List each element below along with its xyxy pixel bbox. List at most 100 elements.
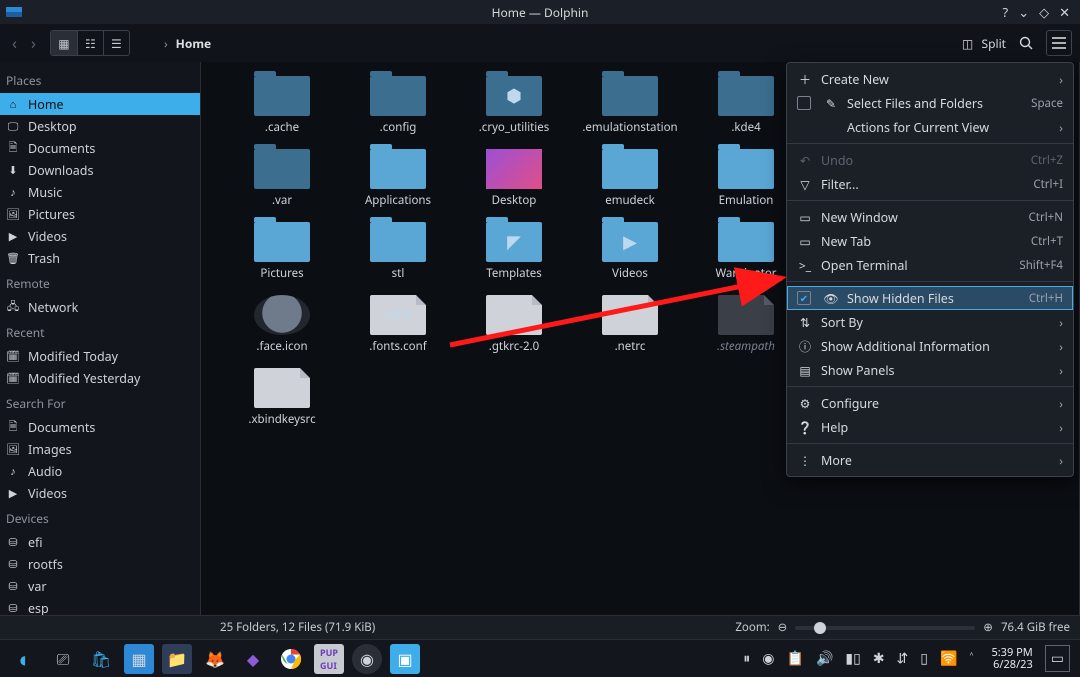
zoom-out-icon[interactable]: ⊖ [778,620,788,635]
minimize-icon[interactable]: ⌄ [1018,3,1029,21]
sidebar-item-home[interactable]: ⌂Home [0,93,200,115]
steam-icon[interactable]: ◉ [352,644,382,674]
menu-item-help[interactable]: ❔Help› [787,415,1073,439]
sidebar-item-desktop[interactable]: 🖵Desktop [0,115,200,137]
file-item[interactable]: .config [343,76,453,135]
file-item[interactable]: Warpinator [691,222,801,281]
file-item[interactable]: .emulationstation [575,76,685,135]
file-item[interactable]: .gtkrc-2.0 [459,295,569,354]
menu-item-actions-for-current-view[interactable]: Actions for Current View› [787,115,1073,139]
tray-expand-icon[interactable]: ˄ [969,649,973,668]
sidebar-item-videos[interactable]: ▶Videos [0,482,200,504]
dolphin-task-icon[interactable]: 📁 [162,644,192,674]
menu-item-open-terminal[interactable]: >_Open TerminalShift+F4 [787,253,1073,277]
sidebar-item-trash[interactable]: 🗑Trash [0,247,200,269]
wifi-icon[interactable]: 🛜 [940,649,957,668]
sidebar-item-rootfs[interactable]: ⛁rootfs [0,553,200,575]
settings-icon[interactable]: ⎚ [48,644,78,674]
chrome-icon[interactable] [276,644,306,674]
file-item[interactable]: .cache [227,76,337,135]
menu-item-new-window[interactable]: ▭New WindowCtrl+N [787,205,1073,229]
breadcrumb-home[interactable]: Home [176,35,212,52]
sidebar-item-network[interactable]: 🖧Network [0,296,200,318]
search-icon[interactable] [1018,35,1034,51]
bluetooth-icon[interactable]: ✱ [873,649,885,668]
sidebar-item-videos[interactable]: ▶Videos [0,225,200,247]
media-icon[interactable]: ⏸ [743,649,750,668]
split-button[interactable]: ◫ Split [960,35,1007,52]
menu-item-filter-[interactable]: ▽Filter...Ctrl+I [787,172,1073,196]
desktop-icon[interactable]: ▦ [124,644,154,674]
start-menu-icon[interactable]: ◐ [10,644,40,674]
firefox-icon[interactable]: 🦊 [200,644,230,674]
sidebar-item-downloads[interactable]: ⬇Downloads [0,159,200,181]
view-compact-button[interactable]: ☷ [77,31,103,55]
protonup-icon[interactable]: PUPGUI [314,644,344,674]
discover-icon[interactable]: 🛍 [86,644,116,674]
menu-item-show-hidden-files[interactable]: ✔👁Show Hidden FilesCtrl+H [787,286,1073,310]
sidebar-item-images[interactable]: 🖼Images [0,438,200,460]
sidebar-item-label: var [28,578,47,595]
spectacle-icon[interactable]: ▣ [390,644,420,674]
steam-tray-icon[interactable]: ◉ [762,649,774,668]
close-icon[interactable]: ✕ [1059,3,1070,21]
maximize-icon[interactable]: ◇ [1039,3,1049,21]
phone-icon[interactable]: ▯ [920,649,928,668]
zoom-slider[interactable] [795,626,975,630]
menu-item-create-new[interactable]: ＋Create New› [787,67,1073,91]
zoom-in-icon[interactable]: ⊕ [983,620,993,635]
sidebar-item-label: Documents [28,419,95,436]
folder-icon: ⬢ [486,76,542,116]
sidebar-item-documents[interactable]: 🗎Documents [0,416,200,438]
sidebar-item-pictures[interactable]: 🖼Pictures [0,203,200,225]
app-purple-icon[interactable]: ◆ [238,644,268,674]
sidebar-item-esp[interactable]: ⛁esp [0,597,200,615]
clock[interactable]: 5:39 PM 6/28/23 [991,647,1032,671]
sidebar-item-efi[interactable]: ⛁efi [0,531,200,553]
menu-icon: ▽ [797,176,813,193]
menu-item-show-additional-information[interactable]: ⓘShow Additional Information› [787,334,1073,358]
file-item[interactable]: .var [227,149,337,208]
file-item[interactable]: .netrc [575,295,685,354]
show-desktop-icon[interactable]: ▭ [1045,645,1070,672]
menu-item-show-panels[interactable]: ▤Show Panels› [787,358,1073,382]
help-icon[interactable]: ? [1003,3,1009,21]
clipboard-icon[interactable]: 📋 [787,649,804,668]
back-button[interactable]: ‹ [8,32,21,54]
hamburger-menu-button[interactable] [1046,30,1072,56]
file-item[interactable]: Emulation [691,149,801,208]
file-item[interactable]: Applications [343,149,453,208]
file-item[interactable]: .xbindkeysrc [227,368,337,427]
file-item[interactable]: Pictures [227,222,337,281]
menu-item-sort-by[interactable]: ⇅Sort By› [787,310,1073,334]
volume-icon[interactable]: 🔊 [816,649,833,668]
sidebar-item-var[interactable]: ⛁var [0,575,200,597]
file-item[interactable]: .kde4 [691,76,801,135]
file-item[interactable]: .face.icon [227,295,337,354]
sidebar-item-documents[interactable]: 🗎Documents [0,137,200,159]
file-item[interactable]: emudeck [575,149,685,208]
file-item[interactable]: ◤Templates [459,222,569,281]
menu-item-configure[interactable]: ⚙Configure› [787,391,1073,415]
sidebar-heading: Recent [0,318,200,345]
menu-item-more[interactable]: ⋮More› [787,448,1073,472]
usb-icon[interactable]: ⇵ [897,649,909,668]
battery-icon[interactable]: ▮▯ [845,649,860,668]
breadcrumb[interactable]: › Home [164,35,211,52]
sidebar-item-modified-yesterday[interactable]: 🗓Modified Yesterday [0,367,200,389]
file-item[interactable]: .steampath [691,295,801,354]
sidebar-item-modified-today[interactable]: 🗓Modified Today [0,345,200,367]
view-icons-button[interactable]: ▦ [51,31,77,55]
file-item[interactable]: Desktop [459,149,569,208]
file-item[interactable]: ⬢.cryo_utilities [459,76,569,135]
file-item[interactable]: stl [343,222,453,281]
file-item[interactable]: ▶Videos [575,222,685,281]
sidebar-item-music[interactable]: ♪Music [0,181,200,203]
view-details-button[interactable]: ☰ [103,31,129,55]
sidebar-item-audio[interactable]: ♪Audio [0,460,200,482]
menu-item-new-tab[interactable]: ▭New TabCtrl+T [787,229,1073,253]
sidebar-item-label: Images [28,441,72,458]
file-item[interactable]: </>.fonts.conf [343,295,453,354]
menu-item-select-files-and-folders[interactable]: ✎Select Files and FoldersSpace [787,91,1073,115]
forward-button[interactable]: › [27,32,40,54]
